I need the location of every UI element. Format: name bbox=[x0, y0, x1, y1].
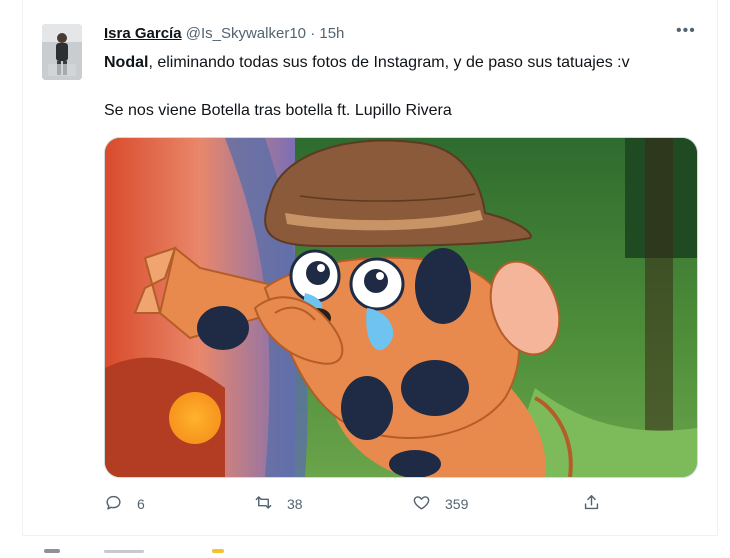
mention-bold: Nodal bbox=[104, 54, 149, 71]
tweet-image[interactable] bbox=[104, 137, 698, 478]
retweet-count: 38 bbox=[287, 495, 303, 512]
more-horizontal-icon[interactable]: ••• bbox=[676, 22, 696, 40]
share-icon bbox=[584, 495, 599, 510]
next-tweet-edge bbox=[22, 540, 716, 553]
tweet-header: Isra García @Is_Skywalker10 · 15h bbox=[104, 25, 344, 42]
tweet-text-line-1: Nodal, eliminando todas sus fotos de Ins… bbox=[104, 54, 630, 72]
reply-button[interactable]: 6 bbox=[104, 493, 145, 512]
share-button[interactable] bbox=[582, 493, 615, 512]
timestamp[interactable]: 15h bbox=[319, 25, 344, 42]
display-name[interactable]: Isra García bbox=[104, 25, 182, 42]
like-count: 359 bbox=[445, 495, 469, 512]
avatar[interactable] bbox=[42, 24, 82, 80]
tweet-actions: 6 38 359 bbox=[104, 493, 704, 515]
retweet-button[interactable]: 38 bbox=[254, 493, 303, 512]
separator-dot: · bbox=[310, 25, 316, 42]
retweet-icon bbox=[255, 496, 272, 509]
reply-icon bbox=[106, 495, 121, 510]
like-button[interactable]: 359 bbox=[412, 493, 468, 512]
tweet-text-rest: , eliminando todas sus fotos de Instagra… bbox=[148, 54, 630, 71]
reply-count: 6 bbox=[137, 495, 145, 512]
user-handle[interactable]: @Is_Skywalker10 bbox=[186, 25, 306, 42]
heart-icon bbox=[413, 496, 430, 510]
tweet-text-line-2: Se nos viene Botella tras botella ft. Lu… bbox=[104, 102, 452, 119]
